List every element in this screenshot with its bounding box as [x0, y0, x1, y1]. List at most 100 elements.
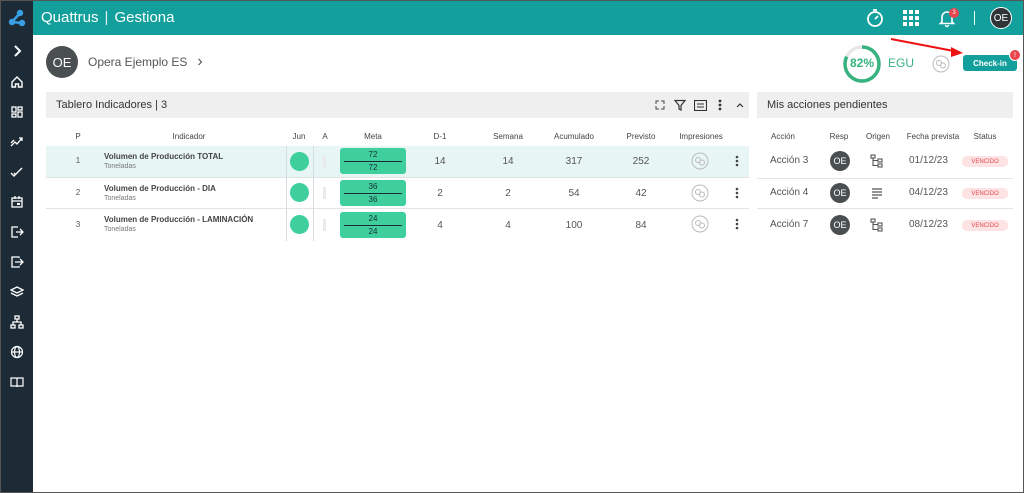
hierarchy-icon	[870, 218, 883, 232]
chevron-right-icon: ›	[197, 53, 203, 70]
col-header-impresiones: Impresiones	[679, 132, 723, 141]
timer-icon[interactable]	[864, 7, 886, 29]
status-dot	[290, 215, 309, 234]
meta-badge[interactable]: 72 72	[340, 148, 406, 174]
row-p: 3	[75, 220, 81, 229]
previsto-value: 252	[632, 156, 650, 167]
app-title: Quattrus | Gestiona	[41, 9, 174, 26]
expand-chevron-icon[interactable]	[7, 41, 27, 61]
due-date: 04/12/23	[909, 187, 948, 198]
status-badge: VENCIDO	[962, 220, 1008, 231]
logo-icon[interactable]	[1, 1, 33, 35]
score-percent: 82%	[849, 56, 875, 70]
product-name: Gestiona	[114, 9, 175, 26]
breadcrumb-name: Opera Ejemplo ES	[88, 55, 188, 69]
actions-panel-header: Mis acciones pendientes	[757, 92, 1013, 118]
brand-name: Quattrus	[41, 9, 99, 26]
hierarchy-icon[interactable]	[7, 312, 27, 332]
expand-icon[interactable]	[653, 98, 667, 112]
meta-badge[interactable]: 24 24	[340, 212, 406, 238]
row-more-icon[interactable]	[732, 217, 742, 231]
col-header-accion: Acción	[770, 132, 795, 141]
user-avatar[interactable]: OE	[990, 7, 1012, 29]
acumulado-value: 100	[565, 220, 583, 231]
indicator-unit: Toneladas	[104, 163, 136, 170]
indicators-panel-header: Tablero Indicadores | 3	[46, 92, 749, 118]
row-p: 2	[75, 188, 81, 197]
resp-avatar: OE	[830, 183, 850, 203]
col-header-semana: Semana	[493, 132, 523, 141]
filter-icon[interactable]	[673, 98, 687, 112]
indicator-name[interactable]: Volumen de Producción - LAMINACIÓN	[104, 215, 253, 224]
indicators-title: Tablero Indicadores | 3	[56, 99, 168, 111]
previsto-value: 42	[635, 188, 647, 199]
col-header-a: A	[322, 132, 328, 141]
top-bar: Quattrus | Gestiona 3 OE	[1, 1, 1023, 35]
exit-icon[interactable]	[7, 252, 27, 272]
hierarchy-icon	[870, 154, 883, 168]
keyboard-icon[interactable]	[693, 98, 707, 112]
calendar-icon[interactable]	[7, 192, 27, 212]
book-icon[interactable]	[7, 372, 27, 392]
more-vertical-icon[interactable]	[713, 98, 727, 112]
trend-icon[interactable]	[7, 132, 27, 152]
meta-bottom-value: 24	[368, 227, 378, 236]
col-header-d1: D-1	[433, 132, 447, 141]
collapse-chevron-icon[interactable]	[733, 98, 747, 112]
action-name[interactable]: Acción 3	[770, 155, 808, 166]
row-p: 1	[75, 156, 81, 165]
brand-separator: |	[104, 9, 109, 26]
app-window: Quattrus | Gestiona 3 OE OE Opera Ejempl…	[0, 0, 1024, 493]
home-icon[interactable]	[7, 72, 27, 92]
row-more-icon[interactable]	[732, 186, 742, 200]
layers-icon[interactable]	[7, 282, 27, 302]
acumulado-value: 317	[565, 156, 583, 167]
check-icon[interactable]	[7, 162, 27, 182]
indicator-unit: Toneladas	[104, 226, 136, 233]
impressions-icon[interactable]	[691, 215, 709, 233]
col-header-jun: Jun	[292, 132, 306, 141]
a-indicator-bar	[323, 156, 326, 168]
resp-avatar: OE	[830, 151, 850, 171]
column-divider	[286, 146, 287, 241]
acumulado-value: 54	[568, 188, 580, 199]
indicator-name[interactable]: Volumen de Producción - DIA	[104, 184, 216, 193]
indicator-unit: Toneladas	[104, 195, 136, 202]
d1-value: 14	[434, 156, 446, 167]
col-header-fecha: Fecha prevista	[906, 132, 960, 141]
due-date: 01/12/23	[909, 155, 948, 166]
status-dot	[290, 152, 309, 171]
meta-divider	[344, 161, 402, 162]
col-header-p: P	[75, 132, 81, 141]
col-header-acumulado: Acumulado	[553, 132, 595, 141]
bell-icon[interactable]: 3	[936, 7, 959, 29]
meta-bottom-value: 72	[368, 163, 378, 172]
logout-icon[interactable]	[7, 222, 27, 242]
col-header-status: Status	[973, 132, 997, 141]
globe-icon[interactable]	[7, 342, 27, 362]
status-badge: VENCIDO	[962, 188, 1008, 199]
meta-divider	[344, 225, 402, 226]
row-divider	[757, 178, 1013, 179]
apps-grid-icon[interactable]	[900, 7, 922, 29]
breadcrumb-avatar: OE	[46, 46, 78, 78]
indicator-name[interactable]: Volumen de Producción TOTAL	[104, 152, 223, 161]
a-indicator-bar	[323, 187, 326, 199]
semana-value: 2	[505, 188, 511, 199]
a-indicator-bar	[323, 219, 326, 231]
annotation-arrow-icon	[890, 38, 963, 57]
impressions-icon[interactable]	[691, 152, 709, 170]
breadcrumb[interactable]: OE Opera Ejemplo ES ›	[46, 46, 203, 78]
action-name[interactable]: Acción 7	[770, 219, 808, 230]
row-more-icon[interactable]	[732, 154, 742, 168]
action-name[interactable]: Acción 4	[770, 187, 808, 198]
col-header-origen: Origen	[865, 132, 890, 141]
semana-value: 14	[502, 156, 514, 167]
dashboard-icon[interactable]	[7, 102, 27, 122]
d1-value: 4	[437, 220, 443, 231]
impressions-icon[interactable]	[691, 184, 709, 202]
meta-badge[interactable]: 36 36	[340, 180, 406, 206]
col-header-resp: Resp	[829, 132, 849, 141]
resp-avatar: OE	[830, 215, 850, 235]
topbar-divider	[974, 11, 975, 25]
